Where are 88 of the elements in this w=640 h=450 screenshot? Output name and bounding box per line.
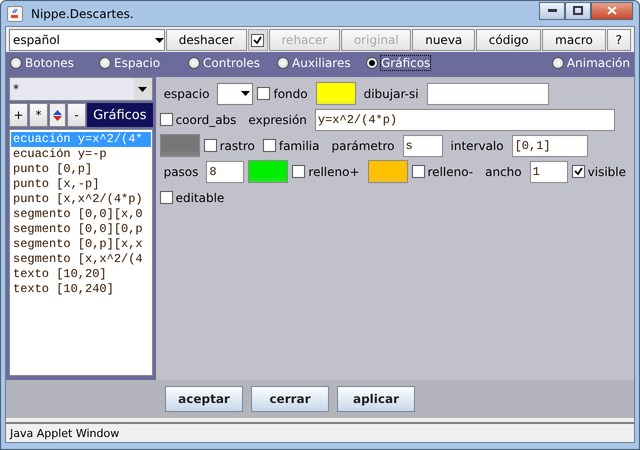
list-item[interactable]: punto [0,p] — [11, 162, 151, 177]
radio-label: Auxiliares — [292, 56, 351, 70]
checkbox-label: relleno+ — [308, 164, 360, 178]
field-label: ancho — [484, 164, 523, 178]
checkbox[interactable] — [412, 165, 425, 178]
radio-button[interactable] — [277, 57, 289, 69]
caret-icon — [138, 86, 148, 92]
action-button[interactable]: aceptar — [165, 386, 243, 412]
field-label: espacio — [162, 86, 210, 100]
panel-heading: Gráficos — [87, 103, 153, 127]
window-title: Nippe.Descartes. — [31, 6, 134, 20]
list-item[interactable]: segmento [x,x^2/(4 — [11, 252, 151, 267]
field-label: dibujar-si — [362, 86, 420, 100]
duplicate-button[interactable]: * — [29, 103, 48, 127]
move-buttons[interactable] — [49, 103, 66, 127]
radio-label: Espacio — [114, 56, 160, 70]
caret-icon — [241, 91, 250, 96]
maximize-icon — [573, 6, 583, 15]
field-label: intervalo — [450, 138, 505, 152]
field-label: parámetro — [330, 138, 396, 152]
toolbar-button[interactable]: nueva — [412, 29, 476, 51]
input-field[interactable]: 8 — [206, 160, 244, 182]
radio-label: Animación — [566, 56, 630, 70]
language-dropdown[interactable]: español — [9, 29, 165, 51]
checkbox[interactable] — [251, 34, 264, 46]
close-button[interactable] — [591, 2, 633, 20]
input-field[interactable]: s — [402, 134, 443, 156]
radio-button[interactable] — [188, 57, 200, 69]
toolbar-button[interactable]: código — [476, 29, 542, 51]
field-label: pasos — [162, 164, 200, 178]
list-item[interactable]: segmento [0,0][0,p — [11, 222, 151, 237]
status-bar: Java Applet Window — [6, 422, 634, 442]
list-item[interactable]: segmento [0,p][x,x — [11, 237, 151, 252]
check-icon — [574, 167, 583, 176]
checkbox[interactable] — [204, 139, 217, 152]
checkbox[interactable] — [572, 165, 585, 178]
up-arrow-icon — [53, 110, 62, 114]
add-button[interactable]: + — [9, 103, 28, 127]
action-button[interactable]: cerrar — [251, 386, 329, 412]
input-field[interactable]: 1 — [530, 160, 568, 182]
input-field[interactable]: [0,1] — [512, 134, 588, 156]
list-item[interactable]: segmento [0,0][x,0 — [11, 207, 151, 222]
checkbox-label: visible — [588, 164, 626, 178]
radio-label: Botones — [25, 56, 74, 70]
toolbar-button[interactable]: ? — [606, 29, 631, 51]
radio-label: Gráficos — [381, 56, 430, 70]
toolbar-button[interactable]: macro — [542, 29, 606, 51]
action-button[interactable]: aplicar — [337, 386, 415, 412]
list-item[interactable]: texto [10,240] — [11, 282, 151, 297]
checkbox-label: fondo — [273, 86, 308, 100]
color-swatch[interactable] — [160, 134, 200, 157]
input-field[interactable] — [426, 82, 549, 104]
toolbar-button[interactable]: deshacer — [166, 29, 247, 51]
minimize-button[interactable] — [539, 2, 565, 20]
list-item[interactable]: punto [x,-p] — [11, 177, 151, 192]
check-icon — [253, 36, 262, 44]
checkbox[interactable] — [257, 87, 270, 100]
checkbox[interactable] — [262, 139, 276, 152]
checkbox-label: coord_abs — [176, 112, 236, 126]
color-swatch[interactable] — [248, 160, 288, 183]
caret-icon — [155, 38, 164, 42]
field-label: expresión — [247, 112, 308, 126]
checkbox-label: editable — [176, 190, 224, 204]
maximize-button[interactable] — [565, 2, 591, 20]
checkbox[interactable] — [292, 165, 306, 178]
remove-button[interactable]: - — [67, 103, 86, 127]
space-dropdown[interactable] — [217, 82, 254, 104]
checkbox[interactable] — [160, 191, 173, 204]
checkbox[interactable] — [160, 113, 173, 126]
list-item[interactable]: punto [x,x^2/(4*p) — [11, 192, 151, 207]
minimize-icon — [548, 9, 556, 12]
filter-dropdown[interactable]: * — [9, 77, 153, 101]
checkbox-label: relleno- — [428, 164, 474, 178]
list-item[interactable]: ecuación y=-p — [11, 147, 151, 162]
radio-button[interactable] — [552, 57, 564, 69]
radio-button[interactable] — [366, 57, 378, 69]
close-icon — [607, 6, 617, 15]
radio-button[interactable] — [10, 57, 22, 69]
input-field[interactable]: y=x^2/(4*p) — [314, 108, 615, 130]
list-item[interactable]: texto [10,20] — [11, 267, 151, 282]
checkbox-label: rastro — [220, 138, 255, 152]
down-arrow-icon — [53, 116, 62, 120]
radio-dot-icon — [369, 60, 375, 66]
color-swatch[interactable] — [316, 82, 356, 105]
color-swatch[interactable] — [368, 160, 408, 183]
radio-button[interactable] — [99, 57, 111, 69]
radio-label: Controles — [203, 56, 260, 70]
checkbox-label: familia — [278, 138, 320, 152]
